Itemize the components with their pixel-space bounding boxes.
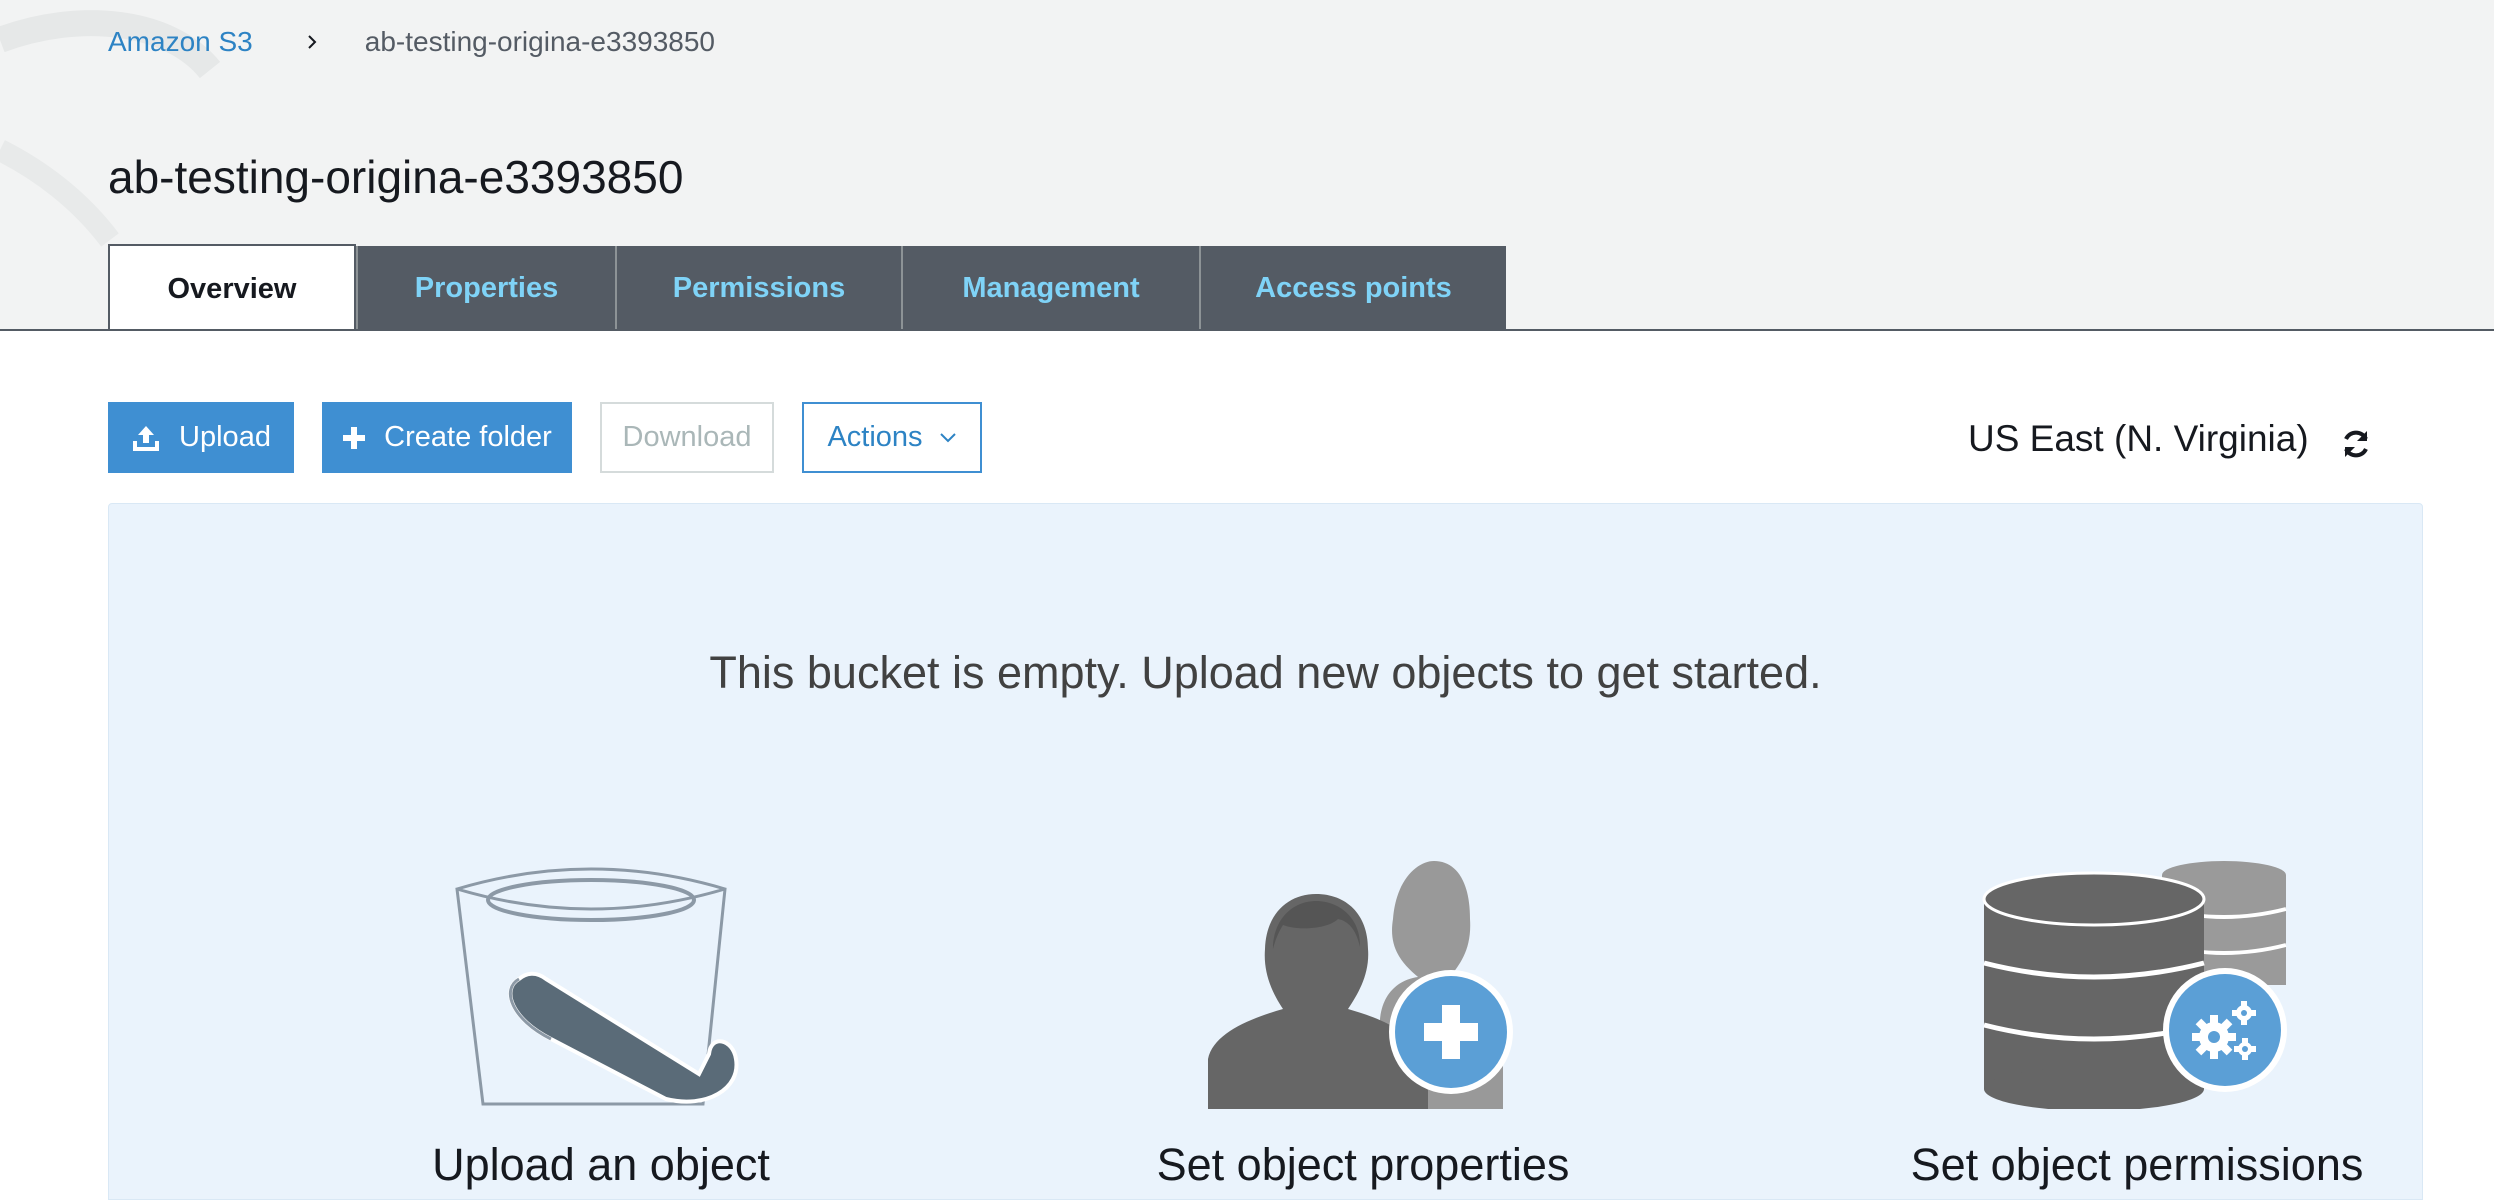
download-button-label: Download <box>622 421 752 453</box>
plus-icon <box>342 426 366 450</box>
upload-button[interactable]: Upload <box>108 402 294 473</box>
empty-bucket-panel: This bucket is empty. Upload new objects… <box>108 503 2423 1200</box>
bucket-icon <box>455 867 739 1106</box>
tab-permissions[interactable]: Permissions <box>615 246 901 329</box>
breadcrumb-current-bucket: ab-testing-origina-e3393850 <box>364 26 715 57</box>
users-add-icon <box>1208 861 1513 1109</box>
page-header: Amazon S3 ab-testing-origina-e3393850 ab… <box>0 0 2494 331</box>
upload-object-title: Upload an object <box>432 1139 770 1190</box>
download-button[interactable]: Download <box>600 402 774 473</box>
actions-button-label: Actions <box>827 421 923 453</box>
breadcrumb: Amazon S3 ab-testing-origina-e3393850 <box>108 22 715 62</box>
upload-button-label: Upload <box>179 421 271 453</box>
create-folder-button-label: Create folder <box>384 421 552 453</box>
set-object-properties-title: Set object properties <box>1156 1139 1570 1190</box>
set-object-permissions-card[interactable]: Set object permissions <box>1797 859 2477 1191</box>
page-title: ab-testing-origina-e3393850 <box>108 151 684 203</box>
empty-bucket-message: This bucket is empty. Upload new objects… <box>709 647 1822 698</box>
create-folder-button[interactable]: Create folder <box>322 402 572 473</box>
database-settings-icon <box>1982 861 2287 1109</box>
chevron-down-icon <box>939 432 957 444</box>
chevron-right-icon <box>308 35 317 49</box>
set-object-properties-card[interactable]: Set object properties <box>1023 859 1703 1191</box>
region-label: US East (N. Virginia) <box>1968 418 2309 459</box>
tab-overview[interactable]: Overview <box>108 244 356 329</box>
upload-object-card[interactable]: Upload an object <box>261 859 941 1191</box>
set-object-permissions-title: Set object permissions <box>1910 1139 2364 1190</box>
refresh-icon[interactable] <box>2340 427 2372 461</box>
tab-access-points[interactable]: Access points <box>1199 246 1506 329</box>
breadcrumb-amazon-s3-link[interactable]: Amazon S3 <box>108 26 253 58</box>
tab-properties[interactable]: Properties <box>356 246 615 329</box>
tab-management[interactable]: Management <box>901 246 1199 329</box>
upload-icon <box>131 423 161 453</box>
tab-bar: Overview Properties Permissions Manageme… <box>108 244 1506 329</box>
actions-dropdown-button[interactable]: Actions <box>802 402 982 473</box>
